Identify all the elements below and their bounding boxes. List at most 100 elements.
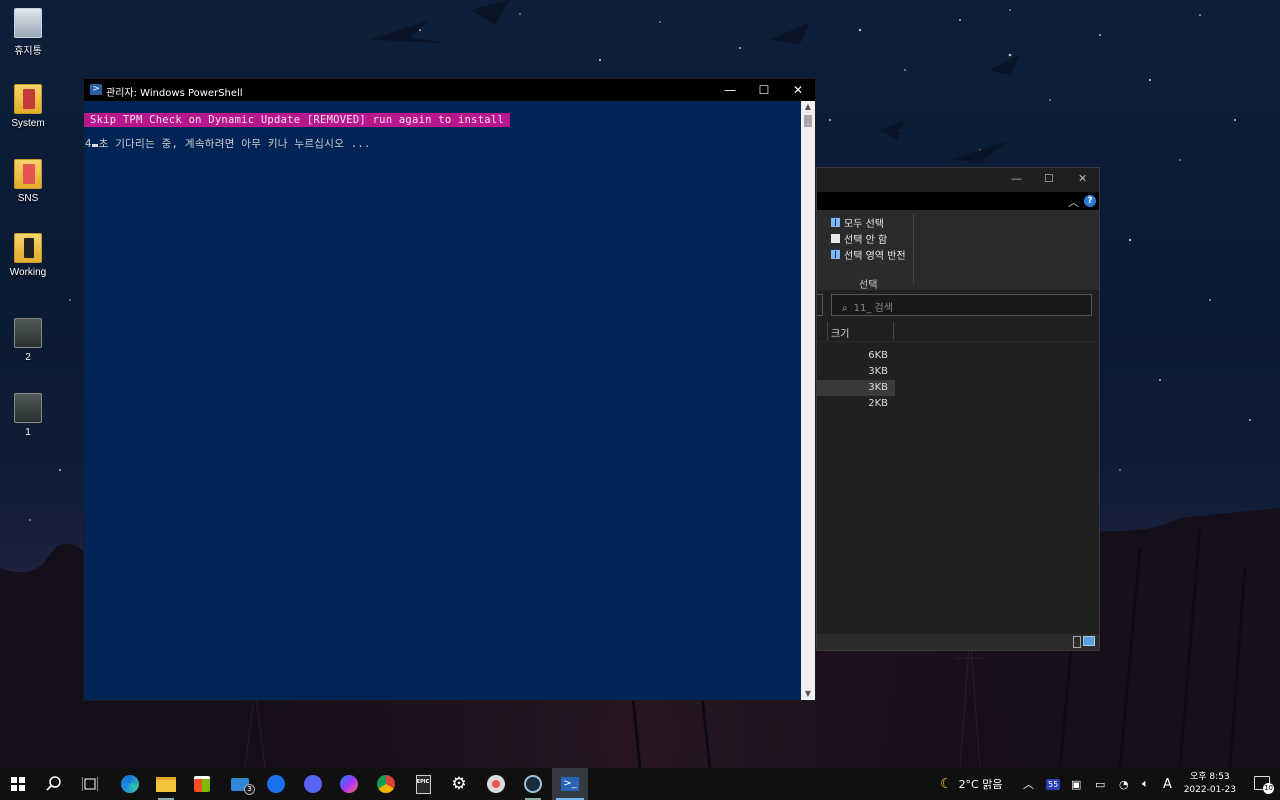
thumbnail-view-icon[interactable]: [1083, 636, 1095, 646]
invert-selection-icon: [831, 250, 840, 259]
select-all-label: 모두 선택: [844, 219, 884, 230]
vertical-scrollbar[interactable]: ▲ ▼: [801, 101, 815, 700]
invert-selection-button[interactable]: 선택 영역 반전: [831, 247, 906, 262]
minimize-button[interactable]: —: [713, 79, 747, 101]
taskbar-teamviewer[interactable]: [258, 768, 294, 800]
taskbar-edge[interactable]: [112, 768, 148, 800]
minimize-button[interactable]: —: [1011, 172, 1022, 185]
address-row: ⌕ 11_ 검색: [817, 292, 1099, 320]
file-row-size[interactable]: 6KB: [817, 348, 895, 364]
close-button[interactable]: ✕: [1078, 172, 1087, 185]
file-row-size[interactable]: 3KB: [817, 380, 895, 396]
file-explorer-window: — ☐ ✕ ︿ ? 모두 선택 선택 안 함 선택 영역 반전 선택 ⌕ 11_ …: [816, 167, 1100, 651]
taskbar-steam[interactable]: [515, 768, 551, 800]
taskbar-settings[interactable]: ⚙: [441, 768, 477, 800]
desktop-icon-recycle-bin[interactable]: 휴지통: [4, 8, 52, 57]
discord-icon: [304, 775, 322, 793]
weather-widget[interactable]: ☾ 2°C 맑음: [940, 768, 1002, 800]
taskbar-discord[interactable]: [295, 768, 331, 800]
maximize-button[interactable]: ☐: [747, 79, 781, 101]
chevron-up-icon: ︿: [1023, 778, 1034, 791]
text-cursor: [91, 144, 98, 147]
speaker-icon: 🔈︎: [1142, 777, 1149, 790]
powershell-titlebar[interactable]: > 관리자: Windows PowerShell — ☐ ✕: [84, 79, 815, 101]
desktop-icon-working[interactable]: Working: [4, 233, 52, 278]
tray-ime[interactable]: A: [1163, 768, 1172, 800]
taskbar-gpu-app[interactable]: [478, 768, 514, 800]
search-placeholder: 11_ 검색: [853, 303, 893, 314]
console-line-prompt: 4 초 기다리는 중, 계속하려면 아무 키나 누르십시오 ...: [85, 137, 371, 151]
scroll-up-arrow-icon[interactable]: ▲: [801, 101, 815, 113]
powershell-icon: >_: [561, 777, 579, 791]
details-view-icon[interactable]: [1073, 636, 1081, 648]
file-explorer-icon: [156, 776, 176, 792]
messenger-icon: [340, 775, 358, 793]
help-icon[interactable]: ?: [1084, 195, 1096, 207]
desktop-icon-sns[interactable]: SNS: [4, 159, 52, 204]
search-input[interactable]: ⌕ 11_ 검색: [831, 294, 1092, 316]
status-bar: [817, 634, 1099, 650]
maximize-button[interactable]: ☐: [1044, 172, 1054, 185]
file-row-size[interactable]: 3KB: [817, 364, 895, 380]
console-output[interactable]: Skip TPM Check on Dynamic Update [REMOVE…: [84, 101, 801, 700]
mail-badge: 3: [244, 784, 255, 795]
taskbar-epic-games[interactable]: EPIC: [405, 768, 441, 800]
desktop-icon-label: SNS: [17, 193, 39, 204]
desktop-icon-label: 1: [25, 427, 31, 438]
clock[interactable]: 오후 8:53 2022-01-23: [1184, 771, 1236, 797]
taskbar-mail[interactable]: 3: [222, 768, 258, 800]
folder-icon: [14, 159, 42, 189]
chevron-up-icon[interactable]: ︿: [1068, 194, 1079, 210]
taskbar-messenger[interactable]: [331, 768, 367, 800]
task-view-button[interactable]: [72, 768, 108, 800]
desktop-icon-label: 휴지통: [14, 46, 42, 57]
ribbon-bar: ︿ ?: [817, 192, 1099, 210]
chrome-icon: [377, 775, 395, 793]
tray-badge-icon: 55: [1046, 778, 1061, 790]
taskbar-file-explorer[interactable]: [148, 768, 184, 800]
start-button[interactable]: [0, 768, 36, 800]
taskbar-powershell[interactable]: >_: [552, 768, 588, 800]
image-file-icon: [14, 318, 42, 348]
battery-icon: ▭: [1095, 777, 1106, 791]
clock-date: 2022-01-23: [1183, 785, 1236, 795]
select-all-button[interactable]: 모두 선택: [831, 215, 884, 230]
desktop-icon-system[interactable]: System: [4, 84, 52, 129]
close-button[interactable]: ✕: [781, 79, 815, 101]
search-button[interactable]: [36, 768, 72, 800]
scroll-down-arrow-icon[interactable]: ▼: [801, 688, 815, 700]
select-none-label: 선택 안 함: [844, 235, 888, 246]
file-row-size[interactable]: 2KB: [817, 396, 895, 412]
gpu-icon: [487, 775, 505, 793]
taskbar: 3 EPIC ⚙ >_ ☾ 2°C 맑음 ︿ 55 ▣ ▭ ◔ 🔈︎ A 오후 …: [0, 768, 1280, 800]
clock-time: 오후 8:53: [1190, 772, 1230, 782]
folder-icon: [14, 233, 42, 263]
moon-icon: ☾: [940, 776, 953, 792]
search-icon: ⌕: [842, 303, 848, 314]
column-size[interactable]: 크기: [831, 325, 849, 340]
select-all-icon: [831, 218, 840, 227]
taskbar-chrome[interactable]: [368, 768, 404, 800]
recycle-bin-icon: [14, 8, 42, 38]
scroll-thumb[interactable]: [804, 115, 812, 127]
tray-app-badge[interactable]: 55: [1046, 768, 1061, 800]
tray-volume[interactable]: 🔈︎: [1142, 768, 1149, 800]
desktop-icon-image-1[interactable]: 1: [4, 393, 52, 438]
explorer-titlebar[interactable]: — ☐ ✕: [817, 168, 1099, 192]
desktop-icon-label: System: [11, 118, 45, 129]
taskbar-store[interactable]: [184, 768, 220, 800]
tray-network[interactable]: ◔: [1119, 768, 1129, 800]
select-none-button[interactable]: 선택 안 함: [831, 231, 887, 246]
address-bar[interactable]: [817, 294, 823, 316]
show-hidden-icons-button[interactable]: ︿: [1023, 768, 1034, 800]
tray-battery[interactable]: ▭: [1095, 768, 1105, 800]
console-line-highlight: Skip TPM Check on Dynamic Update [REMOVE…: [84, 113, 511, 127]
column-divider[interactable]: [827, 322, 828, 340]
desktop-icon-label: 2: [25, 352, 31, 363]
column-divider[interactable]: [893, 322, 894, 340]
desktop-icon-image-2[interactable]: 2: [4, 318, 52, 363]
tray-meet-now[interactable]: ▣: [1071, 768, 1081, 800]
edge-icon: [121, 775, 139, 793]
notification-center-button[interactable]: 10: [1254, 776, 1274, 794]
settings-icon: ⚙: [451, 774, 467, 794]
